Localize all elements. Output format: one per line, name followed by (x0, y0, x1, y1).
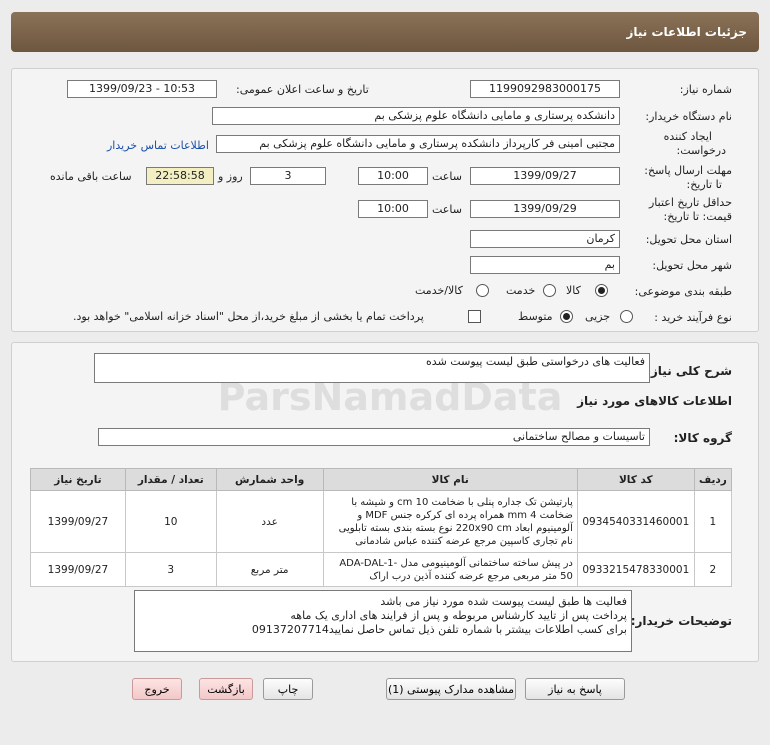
deadline-label-1: مهلت ارسال پاسخ: (644, 164, 732, 177)
table-header-row: ردیف کد کالا نام کالا واحد شمارش تعداد /… (30, 468, 733, 491)
process-minor-label: جزیی (585, 310, 611, 323)
cell-unit: عدد (215, 490, 324, 553)
buyer-notes-line-3: برای کسب اطلاعات بیشتر با شماره تلفن ذیل… (251, 623, 627, 636)
summary-label: شرح کلی نیاز: (646, 364, 732, 378)
validity-label-1: حداقل تاریخ اعتبار (648, 196, 732, 209)
category-label: طبقه بندی موضوعی: (634, 285, 732, 298)
process-minor-radio[interactable] (620, 310, 633, 323)
back-button[interactable]: بازگشت (199, 678, 253, 700)
city-label: شهر محل تحویل: (652, 259, 732, 272)
table-row[interactable]: 1 0934540331460001 پارتیشن تک جداره پنلی… (30, 490, 733, 553)
category-service-label: خدمت (506, 284, 536, 297)
province-field: کرمان (470, 230, 620, 248)
cell-unit: متر مربع (215, 552, 324, 587)
creator-field: مجتبی امینی فر کارپرداز دانشکده پرستاری … (216, 135, 620, 153)
cell-qty: 3 (124, 552, 217, 587)
attachments-button[interactable]: مشاهده مدارک پیوستی (1) (386, 678, 516, 700)
col-code-header: کد کالا (576, 468, 695, 491)
cell-date: 1399/09/27 (30, 490, 126, 553)
deadline-time-label: ساعت (432, 170, 462, 183)
buyer-notes-line-2: پرداخت پس از تایید کارشناس مربوطه و پس ا… (290, 609, 627, 622)
buyer-notes-label: توضیحات خریدار: (630, 614, 732, 628)
creator-label-2: درخواست: (676, 144, 726, 157)
announce-field: 1399/09/23 - 10:53 (67, 80, 217, 98)
cell-name: پارتیشن تک جداره پنلی با ضخامت 10 cm و ش… (322, 490, 578, 553)
exit-button[interactable]: خروج (132, 678, 182, 700)
page-header: جزئیات اطلاعات نیاز (11, 12, 759, 52)
treasury-note: پرداخت تمام یا بخشی از مبلغ خرید،از محل … (73, 310, 424, 323)
cell-row: 1 (693, 490, 733, 553)
col-name-header: نام کالا (322, 468, 578, 491)
col-row-header: ردیف (693, 468, 733, 491)
validity-time-label: ساعت (432, 203, 462, 216)
category-goods-label: کالا (566, 284, 581, 297)
cell-date: 1399/09/27 (30, 552, 126, 587)
reply-button[interactable]: پاسخ به نیاز (525, 678, 625, 700)
need-number-field: 1199092983000175 (470, 80, 620, 98)
validity-time-field: 10:00 (358, 200, 428, 218)
process-medium-radio[interactable] (560, 310, 573, 323)
buyer-notes-field: فعالیت ها طبق لیست پیوست شده مورد نیاز م… (134, 590, 632, 652)
category-goods-radio[interactable] (595, 284, 608, 297)
remaining-time-field: 22:58:58 (146, 167, 214, 185)
cell-code: 0934540331460001 (576, 490, 695, 553)
contact-info-link[interactable]: اطلاعات تماس خریدار (107, 139, 209, 152)
col-qty-header: تعداد / مقدار (124, 468, 217, 491)
deadline-date-field: 1399/09/27 (470, 167, 620, 185)
buyer-field: دانشکده پرستاری و مامایی دانشگاه علوم پز… (212, 107, 620, 125)
process-medium-label: متوسط (518, 310, 553, 323)
goods-group-field: تاسیسات و مصالح ساختمانی (98, 428, 650, 446)
deadline-time-field: 10:00 (358, 167, 428, 185)
announce-label: تاریخ و ساعت اعلان عمومی: (236, 83, 369, 96)
days-field: 3 (250, 167, 326, 185)
cell-qty: 10 (124, 490, 217, 553)
summary-field: فعالیت های درخواستی طبق لیست پیوست شده (94, 353, 650, 383)
creator-label-1: ایجاد کننده (663, 130, 712, 143)
goods-section-title: اطلاعات کالاهای مورد نیاز (577, 394, 732, 408)
need-number-label: شماره نیاز: (679, 83, 732, 96)
table-row[interactable]: 2 0933215478330001 در پیش ساخته ساختمانی… (30, 552, 733, 587)
validity-label-2: قیمت: تا تاریخ: (663, 210, 732, 223)
process-label: نوع فرآیند خرید : (654, 311, 732, 324)
treasury-checkbox[interactable] (468, 310, 481, 323)
page-title: جزئیات اطلاعات نیاز (626, 25, 747, 39)
deadline-label-2: تا تاریخ: (686, 178, 722, 191)
goods-table: ردیف کد کالا نام کالا واحد شمارش تعداد /… (30, 468, 733, 587)
category-service-radio[interactable] (543, 284, 556, 297)
print-button[interactable]: چاپ (263, 678, 313, 700)
category-both-label: کالا/خدمت (415, 284, 463, 297)
buyer-notes-line-1: فعالیت ها طبق لیست پیوست شده مورد نیاز م… (380, 595, 627, 608)
cell-code: 0933215478330001 (576, 552, 695, 587)
goods-group-label: گروه کالا: (673, 431, 732, 445)
cell-name: در پیش ساخته ساختمانی آلومینیومی مدل ADA… (322, 552, 578, 587)
col-date-header: تاریخ نیاز (30, 468, 126, 491)
buyer-label: نام دستگاه خریدار: (645, 110, 732, 123)
city-field: بم (470, 256, 620, 274)
remaining-time-label: ساعت باقی مانده (50, 170, 132, 183)
category-both-radio[interactable] (476, 284, 489, 297)
validity-date-field: 1399/09/29 (470, 200, 620, 218)
days-label: روز و (218, 170, 243, 183)
province-label: استان محل تحویل: (645, 233, 732, 246)
col-unit-header: واحد شمارش (215, 468, 324, 491)
cell-row: 2 (693, 552, 733, 587)
